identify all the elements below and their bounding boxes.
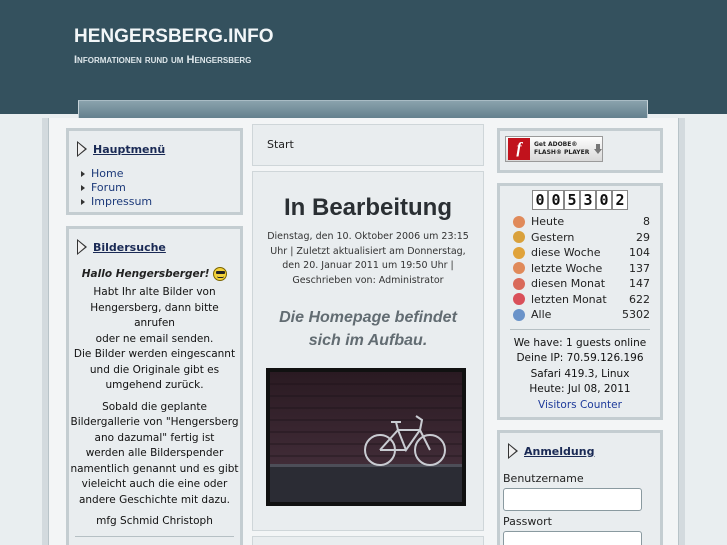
bildersuche-title[interactable]: Bildersuche	[93, 241, 166, 254]
flash-line-1: Get ADOBE®	[534, 141, 578, 148]
user-icon	[513, 277, 525, 290]
visitor-counter-module: 005302 Heute 8 Gestern 29 diese Woche 104 l…	[497, 183, 663, 420]
article-box-next	[252, 536, 484, 545]
login-module: Anmeldung Benutzername Passwort	[497, 430, 663, 545]
bildersuche-module: Bildersuche Hallo Hengersberger! Habt Ih…	[66, 226, 243, 545]
main-menu-module: Hauptmenü Home Forum Impressum	[66, 128, 243, 215]
article-title: In Bearbeitung	[283, 194, 452, 221]
signature: mfg Schmid Christoph	[96, 515, 213, 527]
greeting-text: Hallo Hengersberger!	[81, 268, 210, 280]
guests-online: We have: 1 guests online	[513, 336, 647, 349]
visitors-counter-link[interactable]: Visitors Counter	[510, 398, 650, 414]
menu-item-home[interactable]: Home	[81, 167, 240, 181]
stat-row-letzte-woche: letzte Woche 137	[510, 261, 650, 277]
username-field[interactable]	[503, 488, 642, 511]
visitor-browser: Safari 419.3, Linux	[530, 367, 630, 380]
main-menu-title[interactable]: Hauptmenü	[93, 143, 165, 156]
site-title[interactable]: HENGERSBERG.INFO	[74, 26, 274, 48]
site-slogan: Informationen rund um Hengersberg	[74, 54, 252, 66]
user-icon	[513, 293, 525, 306]
counter-stats: Heute 8 Gestern 29 diese Woche 104 letzte W…	[510, 214, 650, 323]
user-icon	[513, 246, 525, 259]
module-arrow-icon	[508, 443, 518, 459]
get-flash-player-button[interactable]: f Get ADOBE® FLASH® PLAYER	[505, 136, 603, 162]
counter-info: We have: 1 guests online Deine IP: 70.59…	[510, 328, 650, 414]
flash-icon: f	[508, 138, 530, 160]
smiley-icon	[213, 267, 228, 281]
main-menu-list: Home Forum Impressum	[69, 157, 240, 209]
user-icon	[513, 308, 525, 321]
password-label: Passwort	[503, 515, 552, 528]
bicycle-photo-image	[270, 372, 462, 502]
module-arrow-icon	[77, 141, 87, 157]
notice-line-2: sich im Aufbau.	[308, 332, 428, 349]
header-bar	[78, 100, 648, 120]
login-title[interactable]: Anmeldung	[524, 445, 594, 458]
article-box: In Bearbeitung Dienstag, den 10. Oktober…	[252, 171, 484, 531]
download-arrow-icon	[594, 144, 603, 154]
user-icon	[513, 215, 525, 228]
breadcrumb-box: Start	[252, 124, 484, 166]
username-label: Benutzername	[503, 472, 584, 485]
stat-row-heute: Heute 8	[510, 214, 650, 230]
breadcrumb: Start	[267, 138, 294, 151]
stat-row-letzten-monat: letzten Monat 622	[510, 292, 650, 308]
article-meta: Dienstag, den 10. Oktober 2006 um 23:15 …	[267, 231, 469, 286]
menu-item-impressum[interactable]: Impressum	[81, 195, 240, 209]
user-icon	[513, 262, 525, 275]
stat-row-alle: Alle 5302	[510, 307, 650, 323]
bicycle-photo	[266, 368, 466, 506]
stat-row-diesen-monat: diesen Monat 147	[510, 276, 650, 292]
stat-row-gestern: Gestern 29	[510, 230, 650, 246]
site-header: HENGERSBERG.INFO Informationen rund um H…	[0, 0, 727, 120]
flash-module: f Get ADOBE® FLASH® PLAYER	[497, 128, 663, 173]
user-icon	[513, 231, 525, 244]
current-date: Heute: Jul 08, 2011	[529, 383, 631, 395]
stat-row-diese-woche: diese Woche 104	[510, 245, 650, 261]
menu-item-forum[interactable]: Forum	[81, 181, 240, 195]
counter-digits: 005302	[510, 190, 650, 210]
notice-line-1: Die Homepage befindet	[279, 309, 457, 326]
email-line[interactable]: email: info@hengersberg.info	[75, 535, 234, 545]
visitor-ip: Deine IP: 70.59.126.196	[516, 352, 644, 364]
password-field[interactable]	[503, 531, 642, 545]
module-arrow-icon	[77, 239, 87, 255]
bildersuche-body: Habt Ihr alte Bilder von Hengersberg, da…	[69, 285, 240, 545]
flash-line-2: FLASH® PLAYER	[534, 149, 590, 156]
